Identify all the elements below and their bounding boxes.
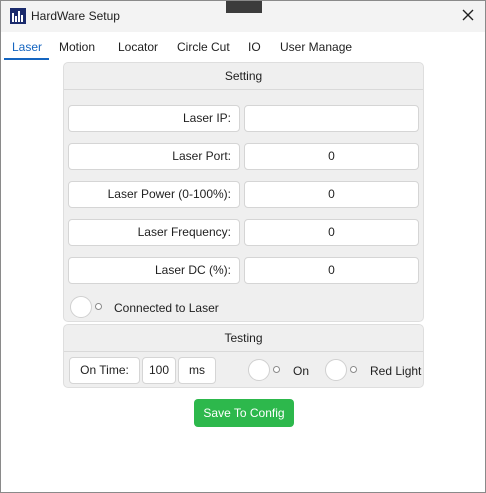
tab-circle-cut[interactable]: Circle Cut: [177, 40, 230, 54]
on-time-label: On Time:: [69, 357, 140, 384]
on-time-input[interactable]: 100: [142, 357, 176, 384]
testing-header: Testing: [64, 325, 423, 352]
tab-io[interactable]: IO: [248, 40, 261, 54]
toggle-knob: [70, 296, 92, 318]
title-bar-notch: [226, 1, 262, 13]
save-to-config-button[interactable]: Save To Config: [194, 399, 294, 427]
tab-motion[interactable]: Motion: [59, 40, 95, 54]
laser-ip-label: Laser IP:: [68, 105, 240, 132]
laser-power-field[interactable]: 0: [244, 181, 419, 208]
laser-port-field[interactable]: 0: [244, 143, 419, 170]
on-toggle-label: On: [293, 364, 310, 378]
active-tab-indicator: [4, 58, 49, 60]
laser-dc-label: Laser DC (%):: [68, 257, 240, 284]
toggle-indicator-dot: [95, 303, 102, 310]
tab-user-manage[interactable]: User Manage: [280, 40, 352, 54]
title-bar: HardWare Setup: [1, 1, 485, 32]
toggle-indicator-dot: [350, 366, 357, 373]
close-button[interactable]: [450, 1, 486, 32]
tab-bar: Laser Motion Locator Circle Cut IO User …: [1, 32, 485, 60]
setting-panel: Setting Laser IP: Laser Port: 0 Laser Po…: [63, 62, 424, 322]
laser-dc-field[interactable]: 0: [244, 257, 419, 284]
laser-frequency-field[interactable]: 0: [244, 219, 419, 246]
window-title: HardWare Setup: [31, 9, 120, 23]
laser-frequency-label: Laser Frequency:: [68, 219, 240, 246]
red-light-label: Red Light: [370, 364, 422, 378]
on-time-unit: ms: [178, 357, 216, 384]
toggle-knob: [248, 359, 270, 381]
toggle-knob: [325, 359, 347, 381]
laser-ip-field[interactable]: [244, 105, 419, 132]
laser-port-label: Laser Port:: [68, 143, 240, 170]
hardware-setup-icon: [10, 8, 26, 24]
tab-locator[interactable]: Locator: [118, 40, 158, 54]
laser-power-label: Laser Power (0-100%):: [68, 181, 240, 208]
connected-to-laser-label: Connected to Laser: [114, 301, 219, 315]
hardware-setup-window: HardWare Setup Laser Motion Locator Circ…: [0, 0, 486, 493]
testing-panel: Testing On Time: 100 ms On Red Light: [63, 324, 424, 388]
tab-laser[interactable]: Laser: [12, 40, 42, 54]
close-icon: [462, 9, 474, 24]
setting-header: Setting: [64, 63, 423, 90]
toggle-indicator-dot: [273, 366, 280, 373]
